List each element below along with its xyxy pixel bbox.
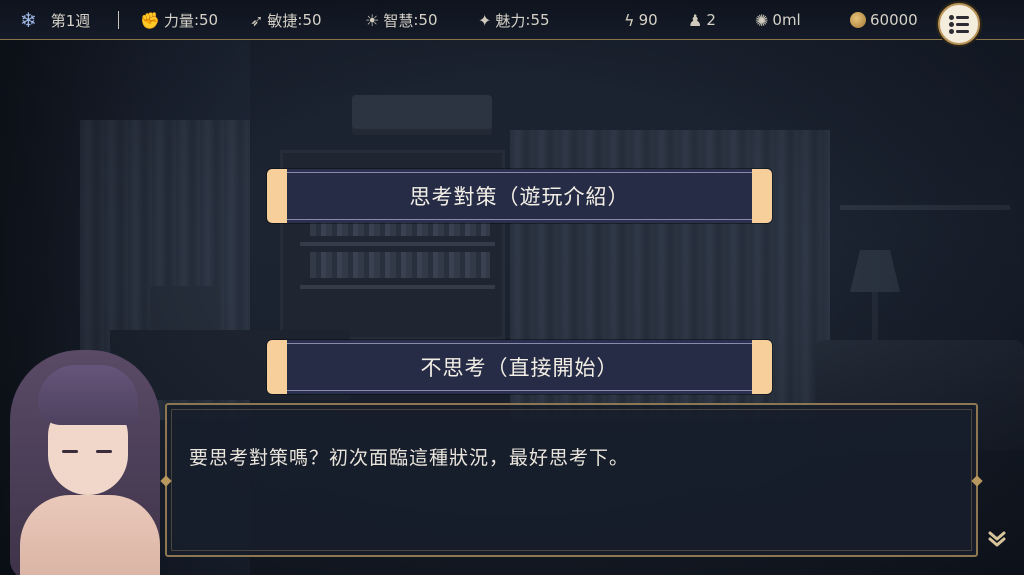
sparkle-icon: ✦ [478,10,492,30]
stat-name: 魅力 [495,11,526,30]
fist-icon: ✊ [140,10,160,30]
wing-icon: ➶ [250,10,264,30]
lightning-icon: ϟ [624,10,635,30]
stat-intelligence: ☀ 智慧:50 [365,0,438,40]
choice-button-skip[interactable]: 不思考（直接開始） [267,340,772,394]
stat-name: 智慧 [383,11,414,30]
menu-button[interactable] [938,3,980,45]
energy-value: 90 [638,11,658,29]
choice-label: 不思考（直接開始） [420,356,619,380]
divider [118,11,119,29]
list-icon [949,14,969,20]
liquid-value: 0ml [772,11,801,29]
choice-label: 思考對策（遊玩介紹） [409,185,630,209]
status-bar: ❄ 第1週 ✊ 力量:50 ➶ 敏捷:50 ☀ 智慧:50 ✦ 魅力:55 ϟ … [0,0,1024,40]
coin-icon [850,12,866,28]
stat-charm: ✦ 魅力:55 [478,0,550,40]
character-bangs [38,365,138,425]
character-portrait [0,345,170,575]
character-eye [96,450,112,453]
stat-name: 敏捷 [267,11,298,30]
money-value: 60000 [870,11,918,29]
stat-agility: ➶ 敏捷:50 [250,0,322,40]
people-stat: ♟ 2 [688,0,716,40]
stat-name: 力量 [163,11,194,30]
lightbulb-icon: ☀ [365,10,380,30]
character-eye [62,450,78,453]
stat-value: :55 [525,11,550,29]
snowflake-icon: ❄ [20,8,37,32]
people-value: 2 [706,11,716,29]
week-indicator: ❄ 第1週 [20,0,90,40]
week-label: 第1週 [50,11,91,30]
stat-strength: ✊ 力量:50 [140,0,218,40]
list-icon-line [949,28,969,34]
dialog-box[interactable]: 要思考對策嗎？初次面臨這種狀況，最好思考下。 [160,403,983,557]
stat-value: :50 [193,11,219,29]
list-icon-line [949,21,969,27]
stat-value: :50 [297,11,322,29]
money-stat: 60000 [850,0,918,40]
person-icon: ♟ [688,10,703,30]
liquid-stat: ✺ 0ml [755,0,801,40]
chevron-down-icon[interactable] [986,528,1008,550]
character-body [20,495,160,575]
dialog-text: 要思考對策嗎？初次面臨這種狀況，最好思考下。 [189,447,630,469]
splash-icon: ✺ [755,10,769,30]
choice-button-think[interactable]: 思考對策（遊玩介紹） [267,169,772,223]
stat-value: :50 [413,11,438,29]
energy-stat: ϟ 90 [624,0,658,40]
